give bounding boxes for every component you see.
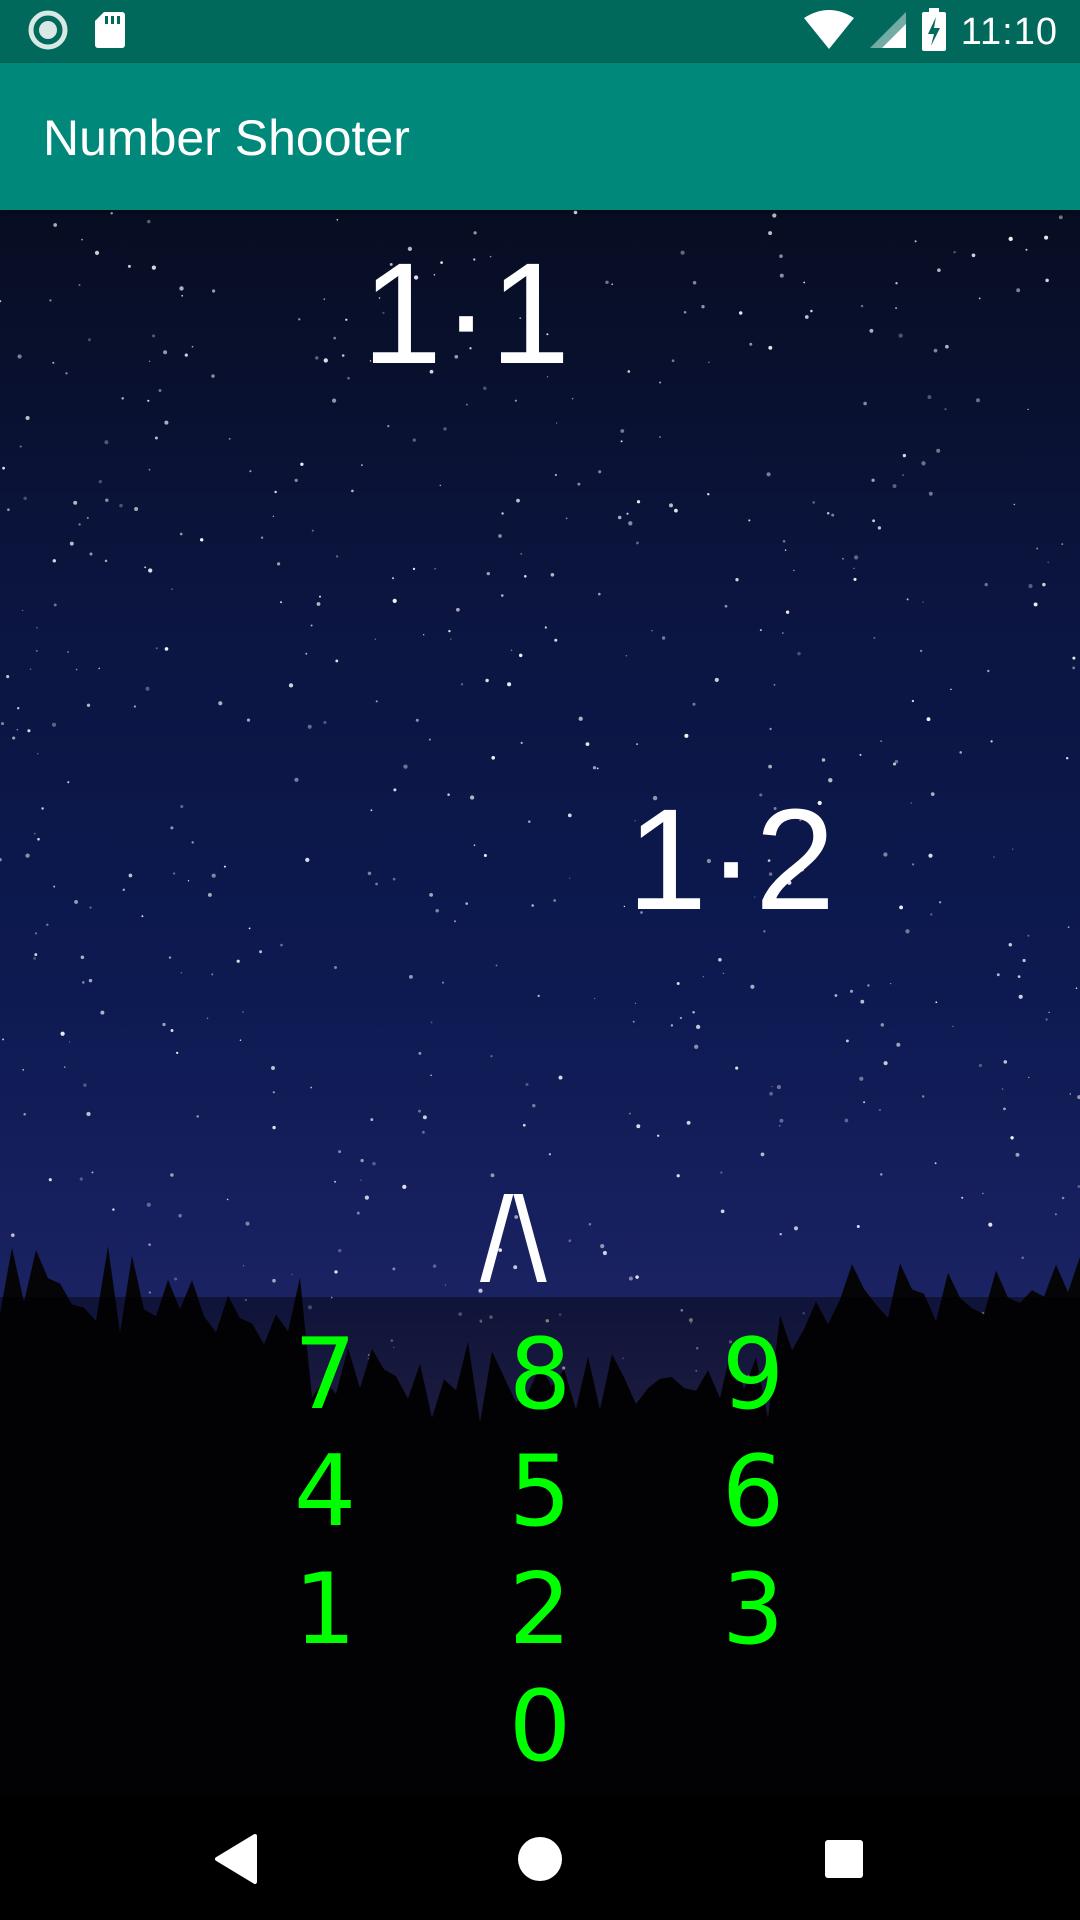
key-2[interactable]: 2 (480, 1550, 600, 1670)
status-left-icons (28, 10, 126, 54)
home-icon (518, 1837, 562, 1881)
battery-charging-icon (921, 8, 947, 56)
key-7[interactable]: 7 (265, 1315, 385, 1435)
app-bar: Number Shooter (0, 63, 1080, 210)
shooter-cannon: /\ (480, 1173, 547, 1307)
status-time: 11:10 (960, 10, 1058, 53)
recents-button[interactable] (812, 1827, 876, 1891)
screen: 11:10 Number Shooter 1·1 1·2 /\ 7 8 9 4 … (0, 0, 1080, 1920)
record-icon (28, 10, 68, 54)
signal-icon (869, 10, 907, 54)
status-right-icons: 11:10 (803, 8, 1058, 56)
back-icon (215, 1834, 257, 1884)
target-number: 1·1 (362, 233, 571, 394)
target-number: 1·2 (627, 779, 836, 940)
status-bar: 11:10 (0, 0, 1080, 63)
number-keypad: 7 8 9 4 5 6 1 2 3 0 (0, 1297, 1080, 1795)
key-3[interactable]: 3 (693, 1550, 813, 1670)
key-1[interactable]: 1 (265, 1550, 385, 1670)
back-button[interactable] (204, 1827, 268, 1891)
key-8[interactable]: 8 (480, 1315, 600, 1435)
key-5[interactable]: 5 (480, 1432, 600, 1552)
recents-icon (825, 1840, 863, 1878)
key-4[interactable]: 4 (265, 1432, 385, 1552)
key-0[interactable]: 0 (480, 1667, 600, 1787)
app-title: Number Shooter (43, 110, 410, 166)
key-9[interactable]: 9 (693, 1315, 813, 1435)
key-6[interactable]: 6 (693, 1432, 813, 1552)
sd-card-icon (94, 11, 126, 53)
home-button[interactable] (508, 1827, 572, 1891)
wifi-icon (803, 10, 855, 54)
navigation-bar (0, 1795, 1080, 1920)
